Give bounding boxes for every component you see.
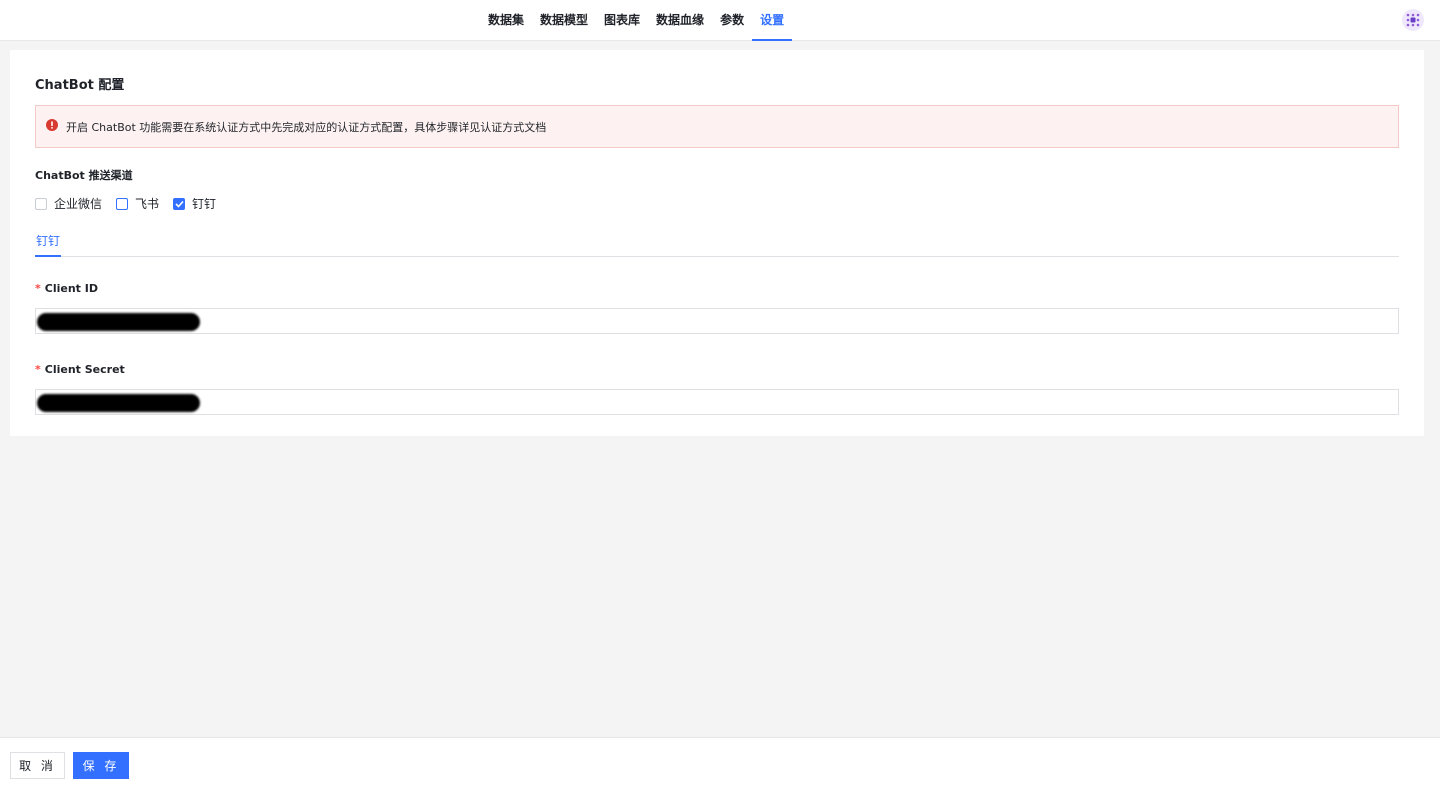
nav-item-data-models[interactable]: 数据模型 xyxy=(532,0,596,41)
tab-dingtalk[interactable]: 钉钉 xyxy=(35,232,62,257)
checkmark-icon[interactable] xyxy=(173,197,186,210)
redacted-value xyxy=(37,394,200,412)
footer-action-bar: 取 消 保 存 xyxy=(0,737,1440,785)
client-id-label: * Client ID xyxy=(35,282,98,295)
client-id-label-text: Client ID xyxy=(44,282,98,295)
nav-item-settings[interactable]: 设置 xyxy=(752,0,793,41)
checkbox-dingtalk[interactable]: 钉钉 xyxy=(173,195,216,212)
channel-tabs: 钉钉 xyxy=(35,226,1399,257)
checkbox-label-feishu: 飞书 xyxy=(135,197,160,211)
client-secret-label: * Client Secret xyxy=(35,363,125,376)
checkbox-box[interactable] xyxy=(116,197,129,210)
checkbox-feishu[interactable]: 飞书 xyxy=(116,195,159,212)
chatbot-config-card: ChatBot 配置 开启 ChatBot 功能需要在系统认证方式中先完成对应的… xyxy=(10,50,1424,436)
required-mark: * xyxy=(35,363,41,376)
checkbox-wecom[interactable]: 企业微信 xyxy=(35,195,102,212)
nav-item-data-lineage[interactable]: 数据血缘 xyxy=(648,0,712,41)
client-secret-input[interactable] xyxy=(35,389,1399,415)
nav-item-parameters[interactable]: 参数 xyxy=(712,0,752,41)
required-mark: * xyxy=(35,282,41,295)
checkbox-box[interactable] xyxy=(35,197,47,210)
checkbox-label-wecom: 企业微信 xyxy=(54,197,103,211)
client-id-input[interactable] xyxy=(35,308,1399,334)
alert-message: 开启 ChatBot 功能需要在系统认证方式中先完成对应的认证方式配置，具体步骤… xyxy=(66,120,547,134)
checkbox-label-dingtalk: 钉钉 xyxy=(192,197,217,211)
nav-item-datasets[interactable]: 数据集 xyxy=(480,0,532,41)
save-button[interactable]: 保 存 xyxy=(73,752,129,779)
page-title: ChatBot 配置 xyxy=(35,78,125,93)
push-channel-checkbox-group: 企业微信 飞书 钉钉 xyxy=(35,195,230,212)
nav-item-chart-library[interactable]: 图表库 xyxy=(596,0,648,41)
main-nav: 数据集 数据模型 图表库 数据血缘 参数 设置 xyxy=(480,0,793,41)
grid-dots-logo-icon[interactable] xyxy=(1402,9,1424,31)
cancel-button[interactable]: 取 消 xyxy=(10,752,65,779)
error-circle-icon xyxy=(46,119,58,134)
auth-warning-alert: 开启 ChatBot 功能需要在系统认证方式中先完成对应的认证方式配置，具体步骤… xyxy=(35,105,1399,148)
client-secret-label-text: Client Secret xyxy=(44,363,125,376)
redacted-value xyxy=(37,313,200,331)
push-channel-label: ChatBot 推送渠道 xyxy=(35,169,133,182)
top-navigation-bar: 数据集 数据模型 图表库 数据血缘 参数 设置 xyxy=(0,0,1440,41)
